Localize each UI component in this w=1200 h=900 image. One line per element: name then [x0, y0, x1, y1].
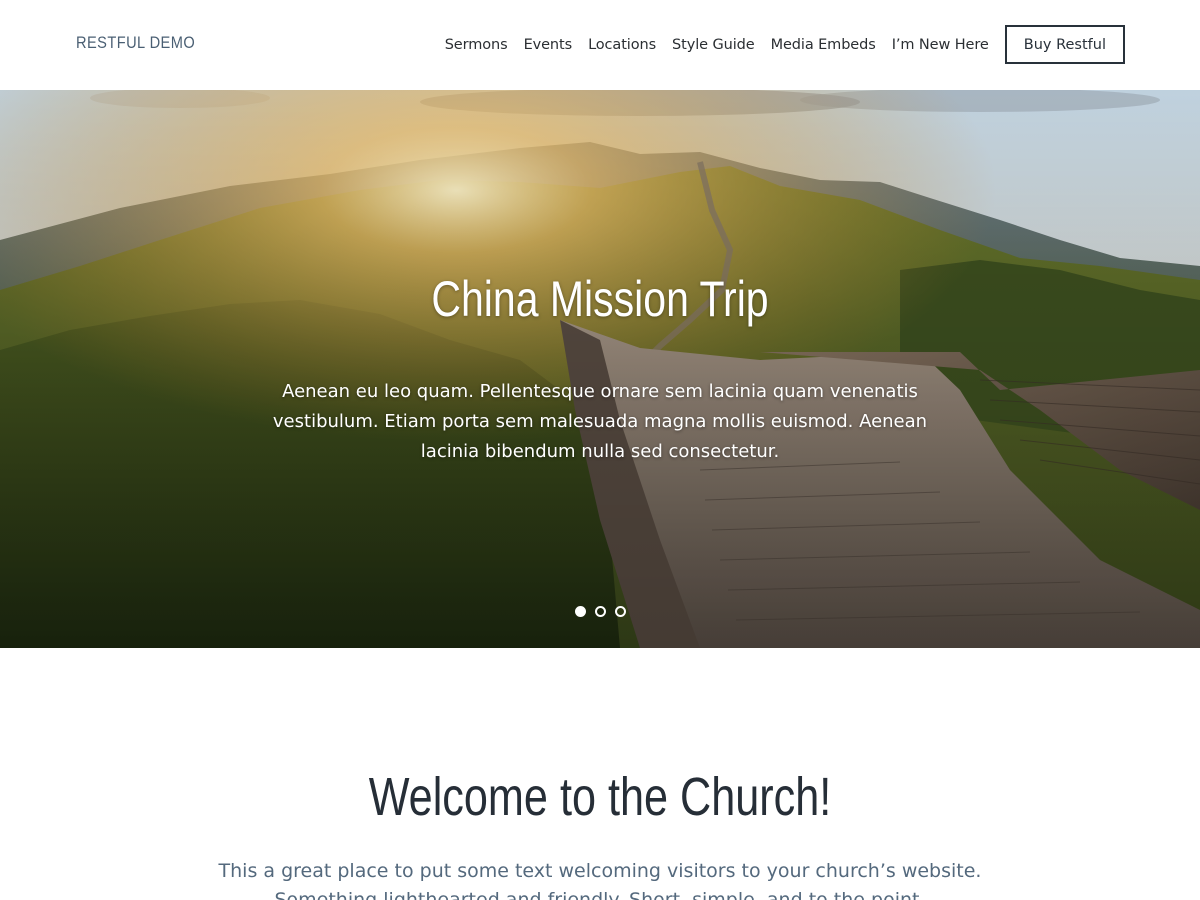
buy-restful-button[interactable]: Buy Restful	[1004, 25, 1125, 64]
nav-item-events[interactable]: Events	[524, 37, 573, 53]
nav-item-locations[interactable]: Locations	[588, 37, 656, 53]
slide-dot-3[interactable]	[614, 606, 626, 617]
hero-description: Aenean eu leo quam. Pellentesque ornare …	[272, 381, 928, 462]
main-nav: Sermons Events Locations Style Guide Med…	[445, 25, 1125, 64]
hero-background-image	[0, 90, 1200, 648]
nav-item-style-guide[interactable]: Style Guide	[672, 37, 755, 53]
slider-pagination	[0, 606, 1200, 617]
nav-item-im-new-here[interactable]: I’m New Here	[892, 37, 989, 53]
welcome-section: Welcome to the Church! This a great plac…	[0, 648, 1200, 900]
hero-slider[interactable]: China Mission Trip Aenean eu leo quam. P…	[0, 90, 1200, 648]
site-logo[interactable]: RESTFUL DEMO	[76, 33, 195, 53]
welcome-title: Welcome to the Church!	[368, 767, 832, 827]
slide-dot-1[interactable]	[574, 606, 586, 617]
welcome-text: This a great place to put some text welc…	[218, 860, 982, 900]
site-header: RESTFUL DEMO Sermons Events Locations St…	[0, 0, 1200, 90]
hero-title: China Mission Trip	[431, 271, 769, 327]
nav-item-media-embeds[interactable]: Media Embeds	[771, 37, 876, 53]
slide-dot-2[interactable]	[594, 606, 606, 617]
nav-item-sermons[interactable]: Sermons	[445, 37, 508, 53]
